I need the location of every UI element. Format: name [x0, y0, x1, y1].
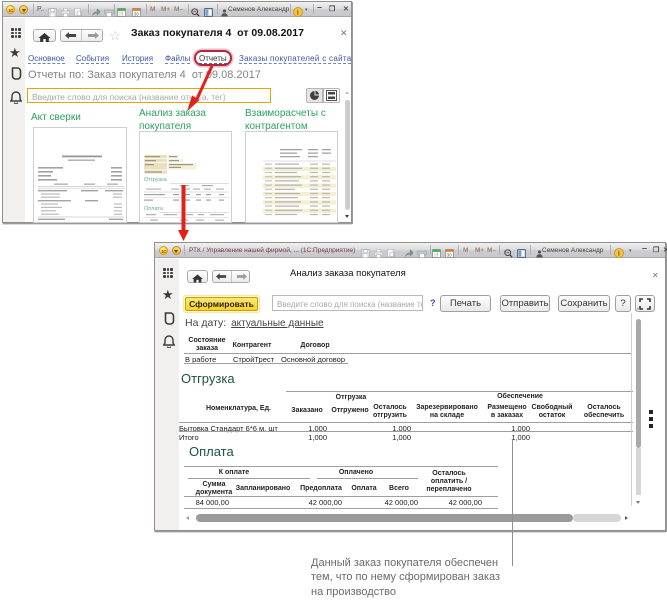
svg-text:30: 30	[447, 252, 453, 257]
svg-text:i: i	[618, 250, 620, 257]
svg-text:i: i	[297, 9, 299, 16]
svg-text:30: 30	[134, 11, 140, 16]
svg-text:Отгрузка: Отгрузка	[144, 177, 168, 183]
svg-text:Оплата: Оплата	[144, 206, 164, 212]
